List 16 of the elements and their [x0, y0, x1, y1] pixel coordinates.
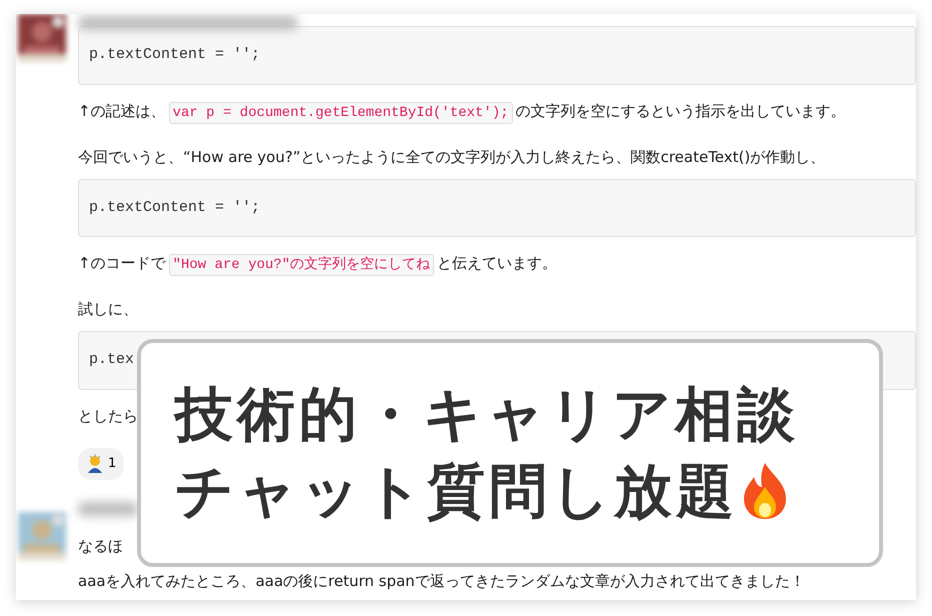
message-text: なるほ	[78, 536, 123, 556]
message-text: と伝えています。	[437, 254, 558, 272]
reaction-button[interactable]: 1	[78, 448, 124, 480]
message-text: 試しに、	[78, 299, 138, 320]
message-text: 今回でいうと、“How are you?”といったように全ての文字列が入力し終えたら、関数createText()が作動し、	[78, 146, 826, 168]
code-block: p.textContent = '';	[78, 178, 916, 237]
code-block: p.textContent = '';	[78, 26, 916, 84]
bowing-person-icon	[86, 454, 104, 474]
inline-code: "How are you?"の文字列を空にしてね	[168, 254, 434, 276]
message-text: ↑のコードで	[78, 254, 166, 272]
message-text: aaaを入れてみたところ、aaaの後にreturn spanで返ってきたランダムな文章が入力されて出てきました！	[78, 570, 805, 592]
message-text: としたら	[78, 406, 138, 426]
message-text: の文字列を空にするという指示を出しています。	[516, 102, 846, 120]
message-text: ↑の記述は、	[78, 102, 166, 120]
inline-code: var p = document.getElementById('text');	[168, 102, 513, 124]
banner-heading: チャット質問し放題	[175, 458, 738, 525]
